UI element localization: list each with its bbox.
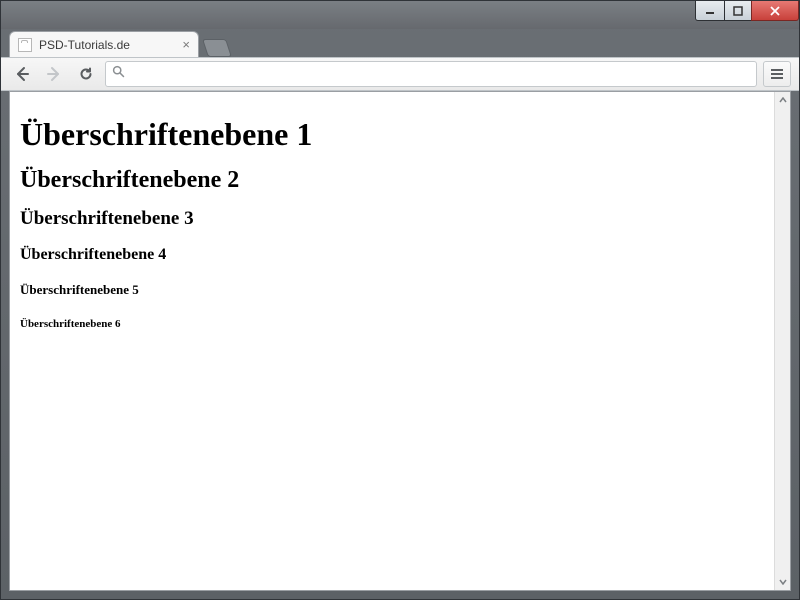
reload-icon	[78, 66, 94, 82]
menu-button[interactable]	[763, 61, 791, 87]
search-icon	[112, 65, 125, 83]
arrow-left-icon	[14, 66, 30, 82]
address-bar[interactable]	[105, 61, 757, 87]
maximize-icon	[733, 6, 743, 16]
heading-5: Überschriftenebene 5	[20, 282, 780, 298]
tab-title: PSD-Tutorials.de	[39, 38, 175, 52]
window-controls	[696, 1, 799, 21]
chevron-down-icon	[779, 579, 787, 585]
reload-button[interactable]	[73, 61, 99, 87]
heading-2: Überschriftenebene 2	[20, 167, 780, 194]
browser-window: PSD-Tutorials.de × Überschriftenebene 1	[0, 0, 800, 600]
url-input[interactable]	[131, 67, 750, 82]
minimize-icon	[705, 6, 715, 16]
tab-strip: PSD-Tutorials.de ×	[1, 29, 799, 57]
chevron-up-icon	[779, 97, 787, 103]
back-button[interactable]	[9, 61, 35, 87]
viewport-wrap: Überschriftenebene 1 Überschriftenebene …	[1, 91, 799, 599]
scroll-up-button[interactable]	[775, 92, 790, 108]
arrow-right-icon	[46, 66, 62, 82]
tab-close-button[interactable]: ×	[182, 38, 190, 51]
file-icon	[18, 38, 32, 52]
close-icon	[770, 6, 780, 16]
page-body: Überschriftenebene 1 Überschriftenebene …	[10, 92, 790, 360]
hamburger-icon	[770, 68, 784, 80]
window-close-button[interactable]	[751, 1, 799, 21]
forward-button[interactable]	[41, 61, 67, 87]
window-minimize-button[interactable]	[695, 1, 725, 21]
window-maximize-button[interactable]	[724, 1, 752, 21]
window-titlebar[interactable]	[1, 1, 799, 29]
heading-6: Überschriftenebene 6	[20, 318, 780, 330]
heading-4: Überschriftenebene 4	[20, 246, 780, 264]
page-viewport[interactable]: Überschriftenebene 1 Überschriftenebene …	[9, 91, 791, 591]
heading-1: Überschriftenebene 1	[20, 116, 780, 153]
toolbar	[1, 57, 799, 91]
scroll-down-button[interactable]	[775, 574, 790, 590]
new-tab-button[interactable]	[202, 39, 232, 57]
tab-active[interactable]: PSD-Tutorials.de ×	[9, 31, 199, 57]
vertical-scrollbar[interactable]	[774, 92, 790, 590]
heading-3: Überschriftenebene 3	[20, 208, 780, 230]
